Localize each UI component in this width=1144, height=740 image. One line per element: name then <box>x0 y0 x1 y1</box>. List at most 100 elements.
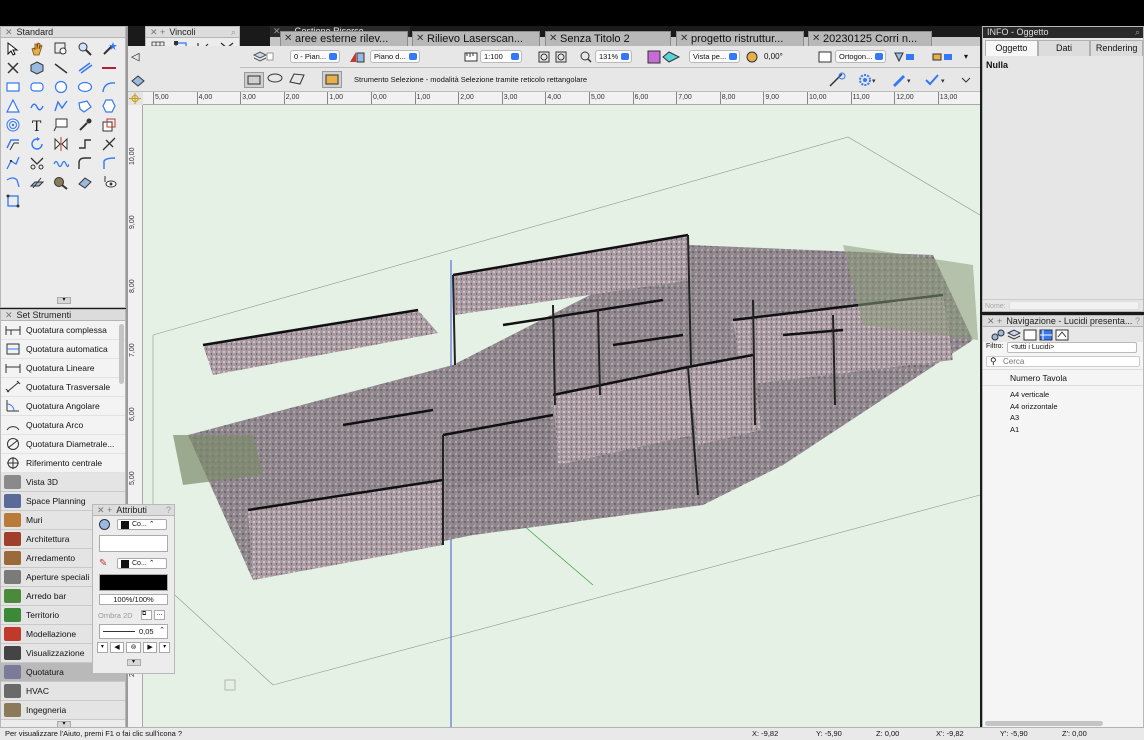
lasso-selection-icon[interactable] <box>266 72 286 88</box>
projection-icon[interactable] <box>818 50 832 64</box>
tool-quotatura-diametrale[interactable]: Quotatura Diametrale... <box>1 435 125 454</box>
rounded-rect-icon[interactable] <box>27 78 47 95</box>
chamfer-tool-icon[interactable] <box>99 154 119 171</box>
callout-tool-icon[interactable] <box>51 116 71 133</box>
plane-select[interactable]: Piano d... <box>370 50 420 63</box>
nav-layers-icon[interactable] <box>1007 329 1021 341</box>
magnifier-icon[interactable] <box>75 40 95 57</box>
close-tab-icon[interactable]: ✕ <box>680 32 688 46</box>
tool-sets-palette-header[interactable]: ✕ Set Strumenti <box>1 310 125 321</box>
snap-loupe-icon[interactable] <box>828 72 850 88</box>
light-icon[interactable] <box>892 50 918 64</box>
dimension-list-scrollbar[interactable] <box>119 324 124 384</box>
connect-tool-icon[interactable] <box>75 135 95 152</box>
column-header[interactable]: Numero Tavola <box>983 369 1143 386</box>
sheet-list-item[interactable]: A4 verticale <box>983 389 1143 401</box>
sheet-list-item[interactable]: A1 <box>983 424 1143 436</box>
tool-set-item[interactable]: Vista 3D <box>1 473 125 492</box>
layers-icon[interactable] <box>252 50 274 64</box>
tool-quotatura-arco[interactable]: Quotatura Arco <box>1 416 125 435</box>
zoom-icon[interactable] <box>580 50 592 64</box>
shadow-options[interactable]: ... <box>154 610 165 620</box>
pen-icon[interactable]: ✎ <box>99 558 107 569</box>
arrow-right-icon[interactable]: ▶ <box>142 642 158 653</box>
locus-tool-icon[interactable] <box>3 192 23 209</box>
tool-set-item[interactable]: HVAC <box>1 682 125 701</box>
hexagon-tool-icon[interactable] <box>99 97 119 114</box>
split-tool-icon[interactable] <box>99 135 119 152</box>
rotation-angle[interactable]: 0,00° <box>764 50 783 64</box>
rotation-icon[interactable] <box>745 50 759 64</box>
tool-quotatura-automatica[interactable]: Quotatura automatica <box>1 340 125 359</box>
polyline-tool-icon[interactable] <box>51 97 71 114</box>
view-bar-menu-icon[interactable]: ▾ <box>964 50 968 64</box>
flyover-small-icon[interactable] <box>131 74 145 90</box>
color-icon[interactable] <box>932 50 958 64</box>
drawing-canvas[interactable] <box>143 105 980 729</box>
fill-preview[interactable] <box>99 535 168 552</box>
arrow-link-icon[interactable]: ⊚ <box>126 642 141 653</box>
flyover-tool-icon[interactable] <box>51 173 71 190</box>
tool-riferimento-centrale[interactable]: Riferimento centrale <box>1 454 125 473</box>
plane-icon[interactable] <box>348 50 366 64</box>
nav-viewports-icon[interactable] <box>1039 329 1053 341</box>
standard-palette-expand-icon[interactable]: ▾ <box>57 297 71 304</box>
shadow-toggle[interactable]: ⧉ <box>141 610 152 620</box>
zoom-select[interactable]: 131% <box>595 50 633 63</box>
scale-icon[interactable] <box>464 50 478 64</box>
arrow-left-icon[interactable]: ◀ <box>109 642 125 653</box>
sheet-list-item[interactable]: A3 <box>983 412 1143 424</box>
nav-scrollbar[interactable] <box>985 721 1103 726</box>
tool-quotatura-trasversale[interactable]: Quotatura Trasversale <box>1 378 125 397</box>
sheet-list-item[interactable]: A4 orizzontale <box>983 401 1143 413</box>
clip-tool-icon[interactable] <box>27 154 47 171</box>
pan-hand-icon[interactable] <box>27 40 47 57</box>
nav-classes-icon[interactable] <box>991 329 1005 341</box>
tab-dati[interactable]: Dati <box>1037 40 1091 56</box>
tool-set-item[interactable]: Ingegneria <box>1 701 125 720</box>
arc-tool-icon[interactable] <box>99 78 119 95</box>
rotate-tool-icon[interactable] <box>27 135 47 152</box>
document-tab[interactable]: ✕ progetto ristruttur... <box>676 31 804 46</box>
fill-select[interactable]: Co... ⌃ <box>117 519 167 530</box>
ruler-corner[interactable] <box>128 92 143 105</box>
filter-select[interactable]: <tutti i Lucidi> <box>1007 342 1137 353</box>
spiral-tool-icon[interactable] <box>3 116 23 133</box>
check-options-icon[interactable]: ▾ <box>924 72 948 88</box>
search-input[interactable] <box>986 356 1140 367</box>
close-tab-icon[interactable]: ✕ <box>284 32 292 46</box>
zoom-fit-icon[interactable] <box>538 50 574 64</box>
walkthrough-tool-icon[interactable] <box>75 173 95 190</box>
pen-preview[interactable] <box>99 574 168 591</box>
standard-palette-header[interactable]: ✕ Standard <box>1 27 125 38</box>
fill-bucket-icon[interactable] <box>99 519 110 530</box>
resize-tool-icon[interactable] <box>99 116 119 133</box>
rect-selection-icon[interactable] <box>244 72 264 88</box>
tool-quotatura-lineare[interactable]: Quotatura Lineare <box>1 359 125 378</box>
settings-gear-icon[interactable]: ▾ <box>856 72 878 88</box>
tab-oggetto[interactable]: Oggetto <box>985 40 1038 56</box>
attributes-expand-icon[interactable]: ▾ <box>126 659 141 666</box>
close-tab-icon[interactable]: ✕ <box>812 32 820 46</box>
line-weight-row[interactable]: 0,05 ⌃ <box>99 624 168 639</box>
close-tab-icon[interactable]: ✕ <box>549 32 557 46</box>
circle-tool-icon[interactable] <box>51 78 71 95</box>
line-weight-stepper[interactable]: ⌃ <box>159 626 165 634</box>
tab-rendering[interactable]: Rendering <box>1090 40 1144 56</box>
scale-field[interactable]: 1:100 <box>480 50 522 63</box>
text-tool-icon[interactable]: T <box>27 116 47 133</box>
selection-tool-icon[interactable] <box>3 40 23 57</box>
trim-x-icon[interactable] <box>3 59 23 76</box>
line-tool-icon[interactable] <box>51 59 71 76</box>
object-info-header[interactable]: INFO - Oggetto ⌕ <box>983 27 1143 38</box>
eye-view-icon[interactable] <box>99 173 119 190</box>
eyedropper-icon[interactable] <box>75 116 95 133</box>
horizontal-ruler[interactable]: 5,00 4,00 3,00 2,00 1,00 0,00 1,00 2,00 3,00 4,00… <box>143 92 980 105</box>
navigation-header[interactable]: ✕ + Navigazione - Lucidi presenta...? <box>983 316 1143 327</box>
end-arrow-select[interactable]: ▾ <box>159 642 171 653</box>
wand-icon[interactable] <box>99 40 119 57</box>
reshape-tool-icon[interactable] <box>3 154 23 171</box>
zoom-window-icon[interactable] <box>51 40 71 57</box>
mode-bar-menu-icon[interactable] <box>960 72 972 88</box>
polygon-selection-icon[interactable] <box>288 72 308 88</box>
